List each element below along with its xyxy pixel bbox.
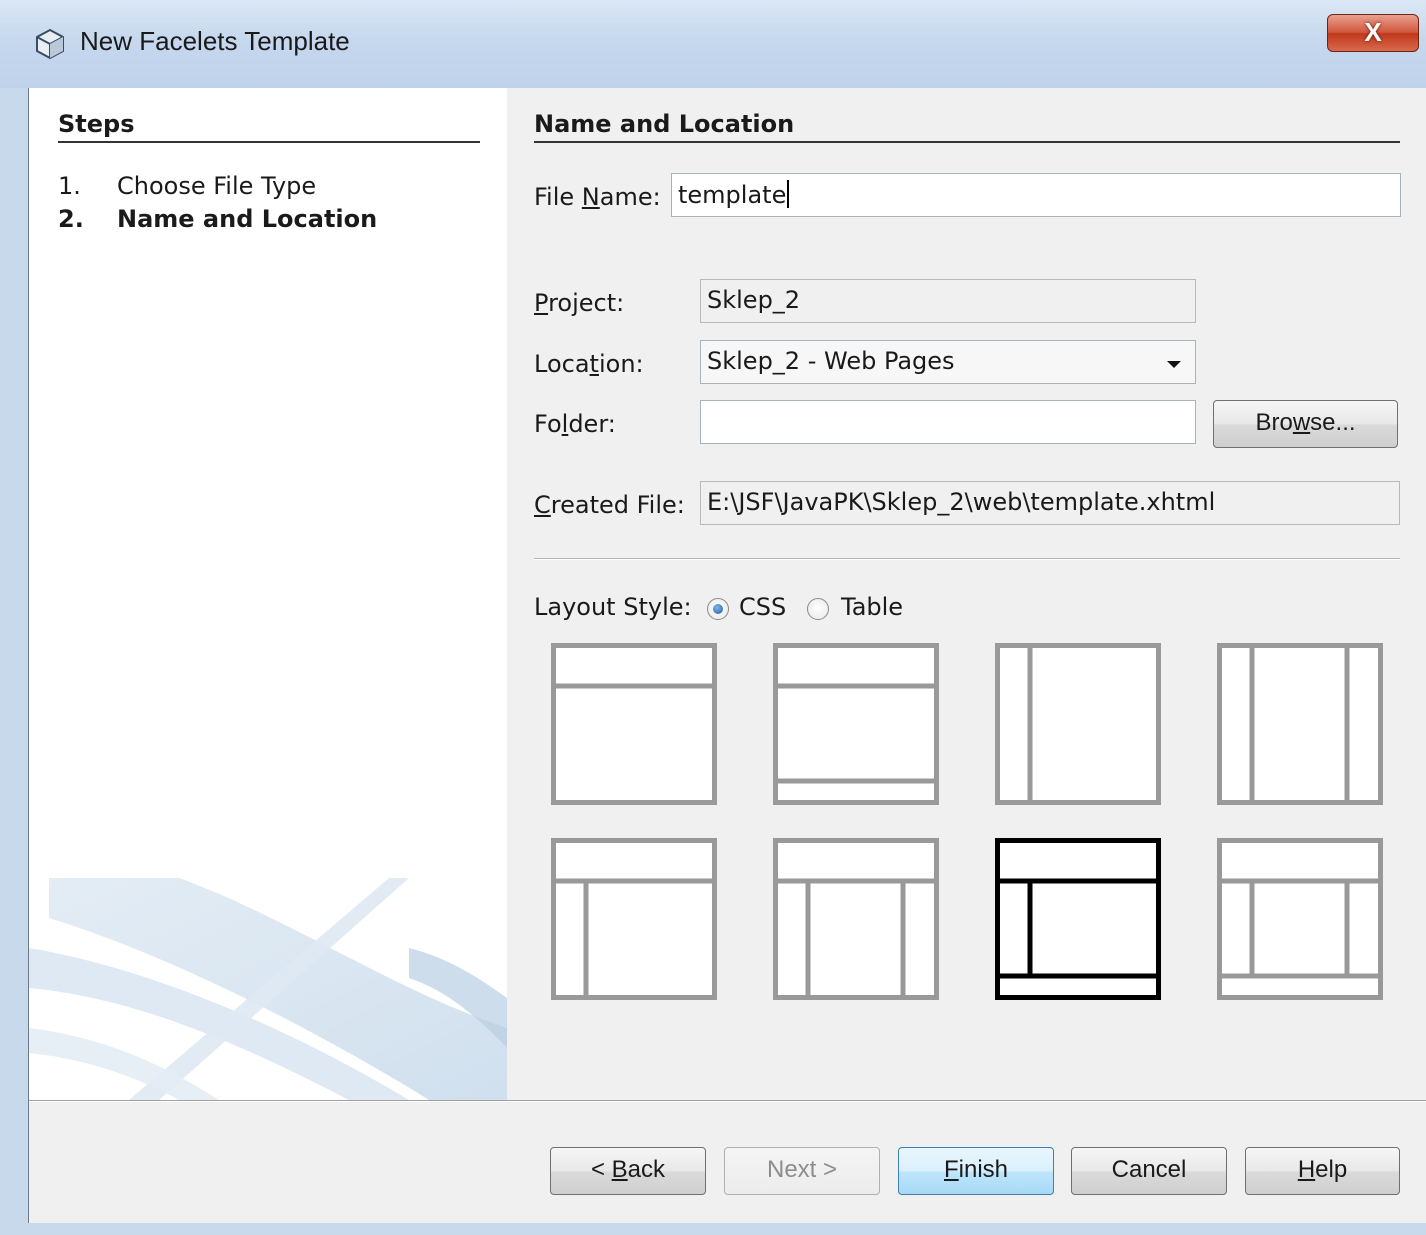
layout-style-table-label[interactable]: Table (841, 593, 903, 621)
button-bar-divider (29, 1100, 1426, 1102)
browse-button[interactable]: Browse... (1213, 400, 1398, 448)
chevron-down-icon[interactable] (1167, 361, 1181, 368)
step-label: Choose File Type (117, 172, 317, 200)
created-file-field: E:\JSF\JavaPK\Sklep_2\web\template.xhtml (700, 481, 1400, 525)
layout-header-left-content-right-footer-icon[interactable] (1217, 838, 1383, 1000)
help-button[interactable]: Help (1245, 1147, 1400, 1195)
section-title: Name and Location (534, 110, 795, 138)
project-label: Project: (534, 289, 625, 317)
back-button[interactable]: < Back (550, 1147, 706, 1195)
layout-header-content-icon[interactable] (551, 643, 717, 805)
step-label: Name and Location (117, 205, 378, 233)
name-and-location-panel: Name and Location File Name: template Pr… (507, 88, 1426, 1100)
layout-style-css-radio[interactable] (707, 598, 729, 620)
created-file-label: Created File: (534, 491, 685, 519)
form-divider (534, 558, 1400, 560)
file-name-input[interactable]: template (671, 173, 1401, 217)
layout-left-content-right-icon[interactable] (1217, 643, 1383, 805)
next-button[interactable]: Next > (724, 1147, 880, 1195)
section-divider (534, 141, 1400, 143)
finish-button[interactable]: Finish (898, 1147, 1054, 1195)
layout-left-content-icon[interactable] (995, 643, 1161, 805)
steps-header: Steps (58, 110, 135, 138)
location-selected-value: Sklep_2 - Web Pages (707, 347, 955, 375)
close-button[interactable]: X (1327, 14, 1419, 52)
layout-style-css-label[interactable]: CSS (739, 593, 786, 621)
layout-style-label: Layout Style: (534, 593, 692, 621)
text-caret (787, 180, 790, 208)
title-bar[interactable]: New Facelets Template X (0, 0, 1426, 88)
layout-header-left-content-footer-icon[interactable] (995, 838, 1161, 1000)
file-name-label: File Name: (534, 183, 661, 211)
window-title: New Facelets Template (80, 26, 350, 56)
location-label: Location: (534, 350, 644, 378)
layout-style-table-radio[interactable] (807, 598, 829, 620)
cancel-button[interactable]: Cancel (1071, 1147, 1227, 1195)
steps-divider (58, 141, 480, 143)
netbeans-swoosh-graphic (29, 878, 507, 1100)
folder-label: Folder: (534, 410, 616, 438)
wizard-button-bar: < Back Next > Finish Cancel Help (29, 1100, 1426, 1223)
close-icon: X (1364, 17, 1382, 47)
steps-panel: Steps 1. Choose File Type 2. Name and Lo… (29, 88, 507, 1100)
layout-header-content-footer-icon[interactable] (773, 643, 939, 805)
folder-input[interactable] (700, 400, 1196, 444)
layout-header-left-content-right-icon[interactable] (773, 838, 939, 1000)
step-number: 1. (58, 172, 81, 200)
project-field: Sklep_2 (700, 279, 1196, 323)
dialog-client-area: Steps 1. Choose File Type 2. Name and Lo… (28, 88, 1426, 1223)
location-select[interactable]: Sklep_2 - Web Pages (700, 340, 1196, 384)
dialog-window: New Facelets Template X Steps 1. Choose … (0, 0, 1426, 1235)
netbeans-cube-icon (36, 28, 64, 60)
layout-header-left-content-icon[interactable] (551, 838, 717, 1000)
step-number: 2. (58, 205, 84, 233)
